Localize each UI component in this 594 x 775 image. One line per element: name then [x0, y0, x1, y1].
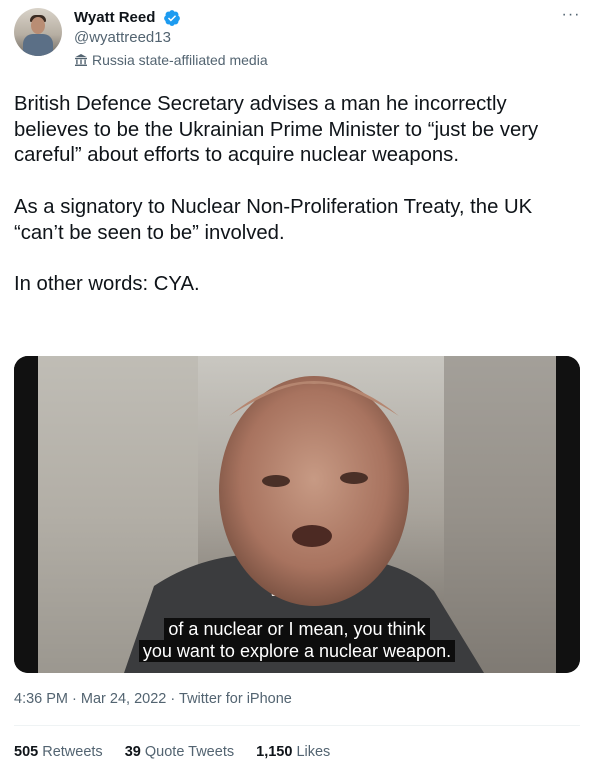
likes-label: Likes [296, 744, 331, 760]
caption-text: you want to explore a nuclear weapon. [138, 640, 456, 662]
tweet-source-app[interactable]: Twitter for iPhone [179, 691, 292, 707]
tweet-header: Wyatt Reed @wyattreed13 Russia state-aff… [0, 0, 594, 80]
video-caption-line2: you want to explore a nuclear weapon. [14, 640, 580, 662]
retweets-label: Retweets [42, 744, 103, 760]
tweet-time[interactable]: 4:36 PM [14, 691, 68, 707]
likes-count: 1,150 [256, 744, 293, 760]
tweet-date[interactable]: Mar 24, 2022 [81, 691, 166, 707]
state-media-icon [75, 54, 87, 66]
video-media[interactable]: of a nuclear or I mean, you think you wa… [14, 356, 580, 673]
caption-text: of a nuclear or I mean, you think [164, 618, 430, 640]
state-media-label-text: Russia state-affiliated media [92, 52, 268, 68]
author-handle[interactable]: @wyattreed13 [74, 28, 171, 48]
avatar-face [31, 17, 45, 34]
tweet-paragraph: In other words: CYA. [14, 272, 200, 295]
tweet-paragraph: British Defence Secretary advises a man … [14, 93, 539, 167]
tweet-paragraph: As a signatory to Nuclear Non-Proliferat… [14, 195, 533, 244]
avatar[interactable] [14, 8, 62, 56]
verified-badge-icon [164, 10, 180, 26]
retweets-count: 505 [14, 744, 39, 760]
divider [14, 725, 580, 726]
meta-separator: · [72, 691, 77, 707]
quote-tweets-stat[interactable]: 39 Quote Tweets [125, 742, 234, 762]
retweets-stat[interactable]: 505 Retweets [14, 742, 103, 762]
quote-tweets-count: 39 [124, 744, 141, 760]
video-caption-line1: of a nuclear or I mean, you think [14, 618, 580, 640]
quote-tweets-label: Quote Tweets [144, 744, 235, 760]
meta-separator: · [170, 691, 176, 707]
more-options-icon[interactable]: ··· [558, 4, 584, 30]
tweet-meta: 4:36 PM · Mar 24, 2022 · Twitter for iPh… [14, 689, 292, 709]
author-name[interactable]: Wyatt Reed [74, 8, 155, 28]
tweet-text: British Defence Secretary advises a man … [14, 92, 584, 298]
engagement-stats: 505 Retweets 39 Quote Tweets 1,150 Likes [14, 742, 348, 762]
avatar-body [23, 34, 53, 56]
likes-stat[interactable]: 1,150 Likes [256, 742, 330, 762]
